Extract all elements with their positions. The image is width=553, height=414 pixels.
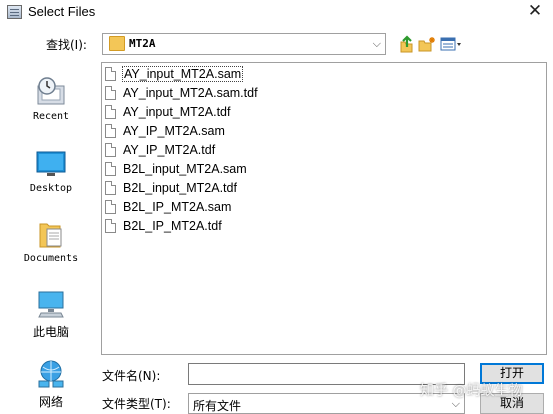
look-in-label: 查找(I): xyxy=(46,38,87,52)
place-this-pc[interactable]: 此电脑 xyxy=(12,288,90,340)
computer-icon xyxy=(38,291,64,318)
place-label: Desktop xyxy=(29,183,73,194)
place-label: 网络 xyxy=(38,395,63,409)
file-item[interactable]: AY_input_MT2A.tdf xyxy=(105,103,230,121)
file-icon xyxy=(105,105,116,119)
place-desktop[interactable]: Desktop xyxy=(12,148,90,194)
places-bar: Recent Desktop Documents 此电脑 网络 xyxy=(12,64,90,409)
file-icon xyxy=(105,181,116,195)
file-name: AY_input_MT2A.tdf xyxy=(123,105,231,119)
place-network[interactable]: 网络 xyxy=(12,358,90,410)
file-item[interactable]: B2L_IP_MT2A.tdf xyxy=(105,217,222,235)
app-icon xyxy=(7,5,22,19)
file-name: B2L_input_MT2A.tdf xyxy=(123,181,237,195)
file-icon xyxy=(105,86,116,100)
file-name: AY_IP_MT2A.sam xyxy=(123,124,225,138)
file-name: AY_input_MT2A.sam xyxy=(121,66,244,82)
file-item[interactable]: B2L_IP_MT2A.sam xyxy=(105,198,231,216)
file-item[interactable]: AY_IP_MT2A.sam xyxy=(105,122,225,140)
file-icon xyxy=(105,67,116,81)
file-item[interactable]: B2L_input_MT2A.sam xyxy=(105,160,247,178)
documents-icon xyxy=(39,223,62,248)
up-folder-icon[interactable] xyxy=(398,34,414,54)
file-item[interactable]: AY_IP_MT2A.tdf xyxy=(105,141,215,159)
look-in-value: MT2A xyxy=(129,37,156,50)
place-label: 此电脑 xyxy=(32,325,69,339)
file-item[interactable]: B2L_input_MT2A.tdf xyxy=(105,179,237,197)
title-bar: Select Files ✕ xyxy=(0,0,553,25)
network-icon xyxy=(38,360,64,388)
folder-icon xyxy=(109,36,125,51)
file-icon xyxy=(105,162,116,176)
file-name: AY_IP_MT2A.tdf xyxy=(123,143,216,157)
file-name: AY_input_MT2A.sam.tdf xyxy=(123,86,258,100)
file-item[interactable]: AY_input_MT2A.sam xyxy=(105,65,244,83)
desktop-icon xyxy=(36,151,66,176)
file-icon xyxy=(105,143,116,157)
place-label: Recent xyxy=(32,111,70,122)
place-label: Documents xyxy=(23,253,79,264)
file-name: B2L_IP_MT2A.tdf xyxy=(123,219,222,233)
file-name: B2L_IP_MT2A.sam xyxy=(123,200,232,214)
file-name: B2L_input_MT2A.sam xyxy=(123,162,247,176)
place-documents[interactable]: Documents xyxy=(12,218,90,264)
file-icon xyxy=(105,124,116,138)
filetype-label: 文件类型(T): xyxy=(102,397,171,411)
view-menu-icon[interactable] xyxy=(440,34,462,54)
recent-icon xyxy=(37,77,65,105)
file-item[interactable]: AY_input_MT2A.sam.tdf xyxy=(105,84,258,102)
filename-label: 文件名(N): xyxy=(102,369,161,383)
chevron-down-icon: ⌵ xyxy=(372,37,381,50)
watermark: 知乎 @蚂蚁生物 xyxy=(420,383,523,399)
look-in-dropdown[interactable]: MT2A ⌵ xyxy=(102,33,386,55)
file-icon xyxy=(105,200,116,214)
filetype-value: 所有文件 xyxy=(193,399,242,413)
file-list[interactable]: AY_input_MT2A.sam AY_input_MT2A.sam.tdf … xyxy=(101,62,547,355)
window-title: Select Files xyxy=(28,4,96,19)
close-icon[interactable]: ✕ xyxy=(525,1,545,21)
file-icon xyxy=(105,219,116,233)
place-recent[interactable]: Recent xyxy=(12,76,90,122)
new-folder-icon[interactable] xyxy=(418,34,436,54)
